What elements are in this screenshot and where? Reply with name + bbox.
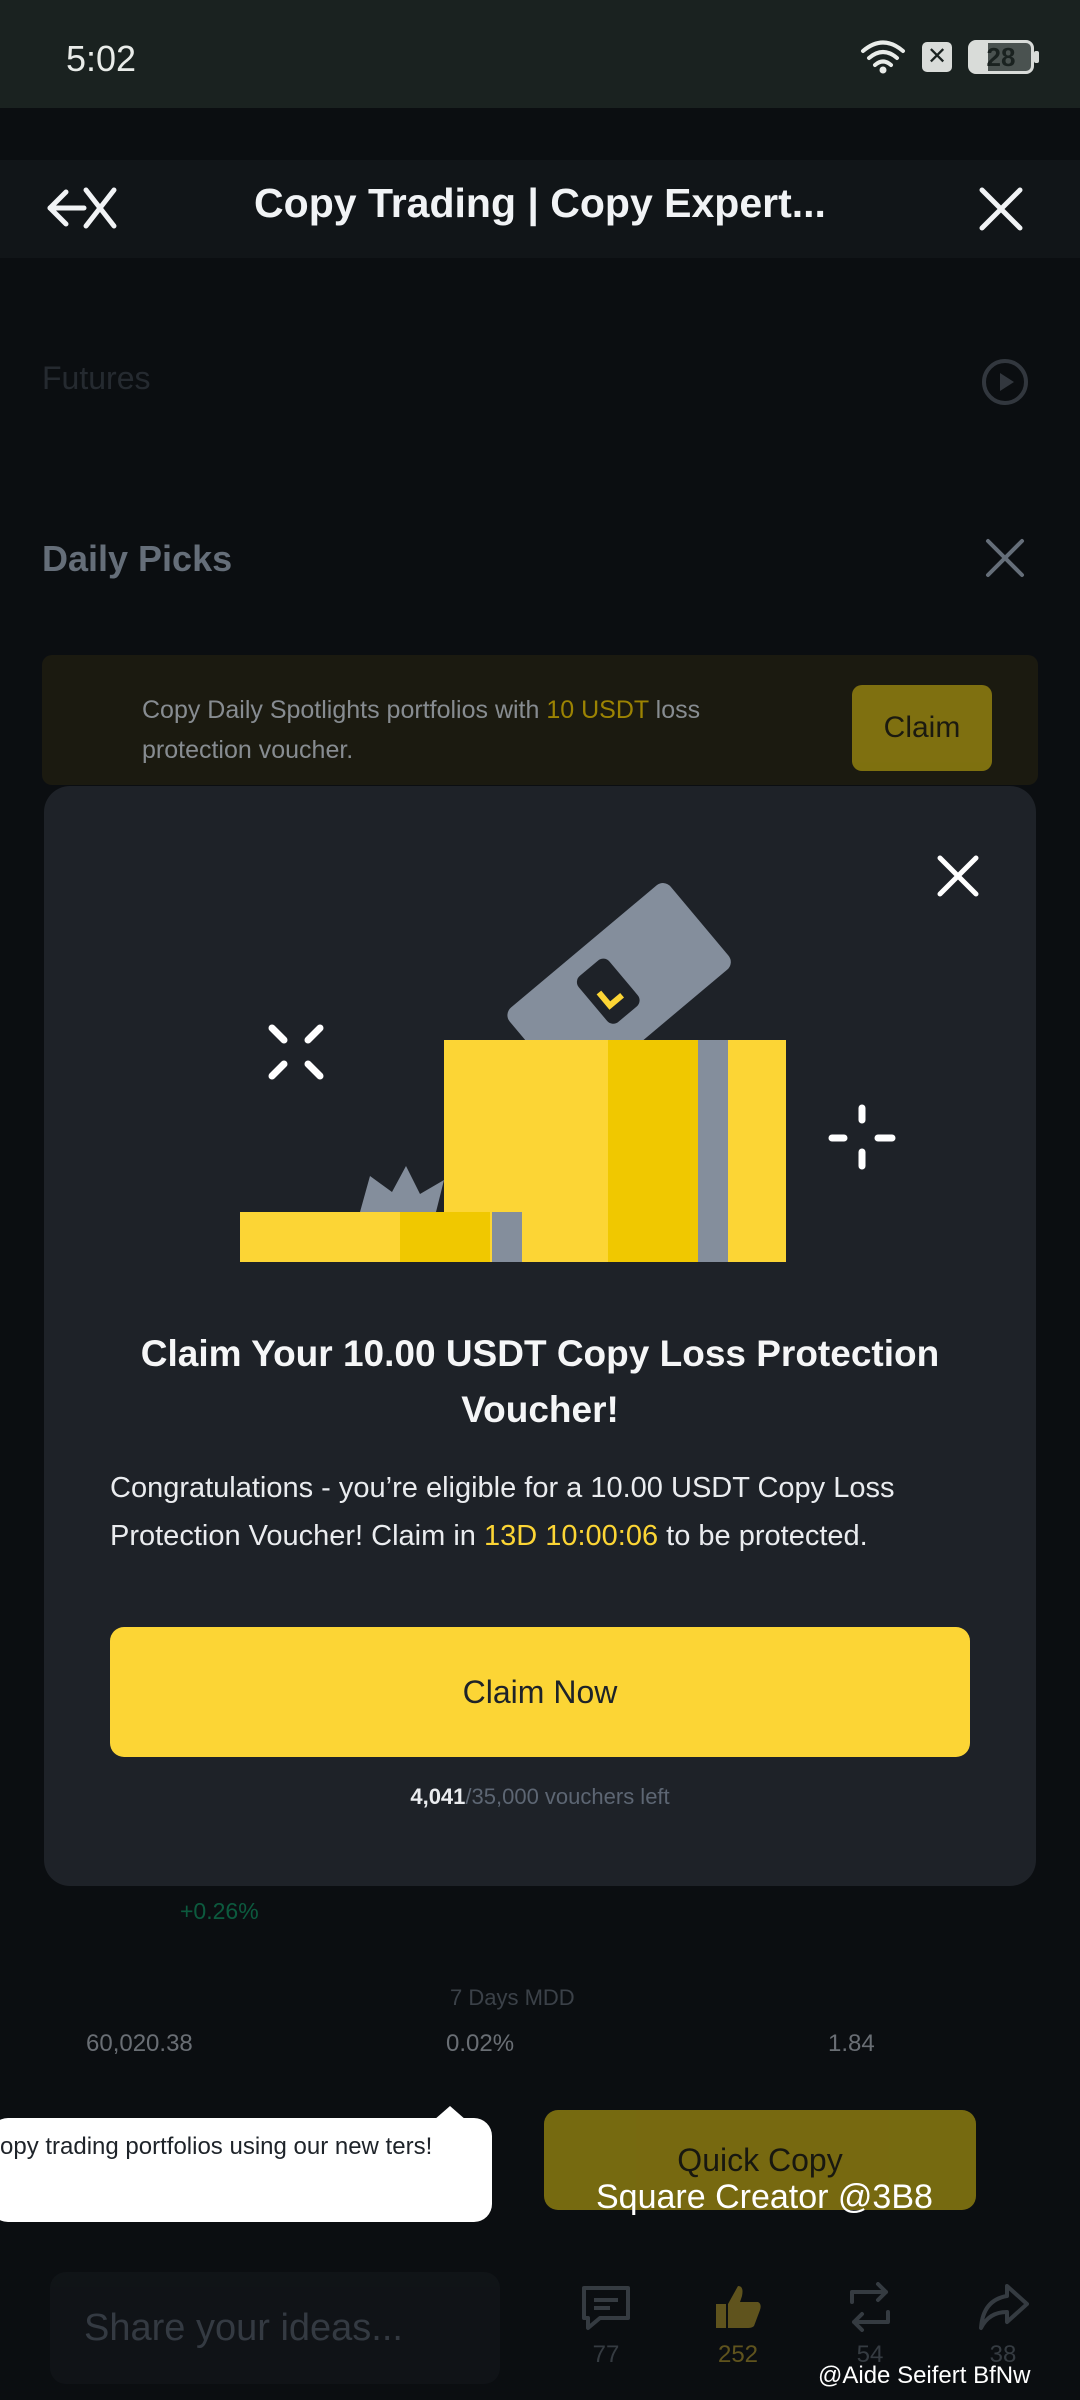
claim-now-button[interactable]: Claim Now: [110, 1627, 970, 1757]
countdown-timer: 13D 10:00:06: [483, 1520, 659, 1552]
comment-count: 77: [592, 2341, 620, 2368]
play-icon[interactable]: [980, 357, 1030, 407]
wifi-icon: [861, 40, 905, 74]
stat-value: 0.02%: [446, 2030, 515, 2057]
like-icon: [716, 2286, 761, 2328]
battery-icon: 28: [968, 40, 1039, 74]
comment-button[interactable]: 77: [571, 2282, 641, 2369]
vouchers-remaining: 4,041/35,000 vouchers left: [410, 1784, 670, 1809]
stat-value: 60,020.38: [86, 2030, 193, 2057]
like-count: 252: [717, 2341, 759, 2368]
page-title: Copy Trading | Copy Expert...: [254, 180, 826, 226]
stat-value: 1.84: [828, 2030, 875, 2057]
modal-title: Claim Your 10.00 USDT Copy Loss Protecti…: [140, 1333, 940, 1430]
daily-picks-close-icon[interactable]: [982, 535, 1028, 581]
share-icon: [979, 2284, 1029, 2330]
notification-x-icon: ✕: [922, 42, 952, 72]
close-icon[interactable]: [974, 182, 1028, 236]
pnl-change: +0.26%: [180, 1898, 259, 1924]
share-ideas-input[interactable]: Share your ideas...: [50, 2272, 500, 2384]
feature-tooltip: opy trading portfolios using our new ter…: [0, 2106, 492, 2222]
modal-description: Congratulations - you’re eligible for a …: [110, 1472, 895, 1552]
back-close-icon[interactable]: [44, 178, 120, 238]
share-button[interactable]: 38: [968, 2282, 1038, 2369]
banner-claim-button[interactable]: Claim: [852, 685, 992, 771]
status-time: 5:02: [66, 38, 137, 79]
futures-tab[interactable]: Futures: [42, 360, 150, 397]
mdd-label: 7 Days MDD: [450, 1985, 575, 2010]
gift-voucher-illustration: [240, 883, 896, 1262]
watermark: Square Creator @3B8: [596, 2178, 933, 2216]
status-icons: ✕ 28: [860, 40, 1039, 74]
daily-picks-heading: Daily Picks: [42, 538, 233, 579]
watermark-footer: @Aide Seifert BfNw: [818, 2362, 1031, 2389]
modal-close-icon[interactable]: [930, 848, 986, 904]
like-button[interactable]: 252: [703, 2282, 773, 2369]
repost-icon: [850, 2282, 890, 2332]
repost-button[interactable]: 54: [835, 2282, 905, 2369]
status-bar: 5:02 ✕ 28: [0, 0, 1080, 108]
comment-icon: [582, 2286, 630, 2330]
promo-banner-text: Copy Daily Spotlights portfolios with 10…: [142, 696, 701, 764]
